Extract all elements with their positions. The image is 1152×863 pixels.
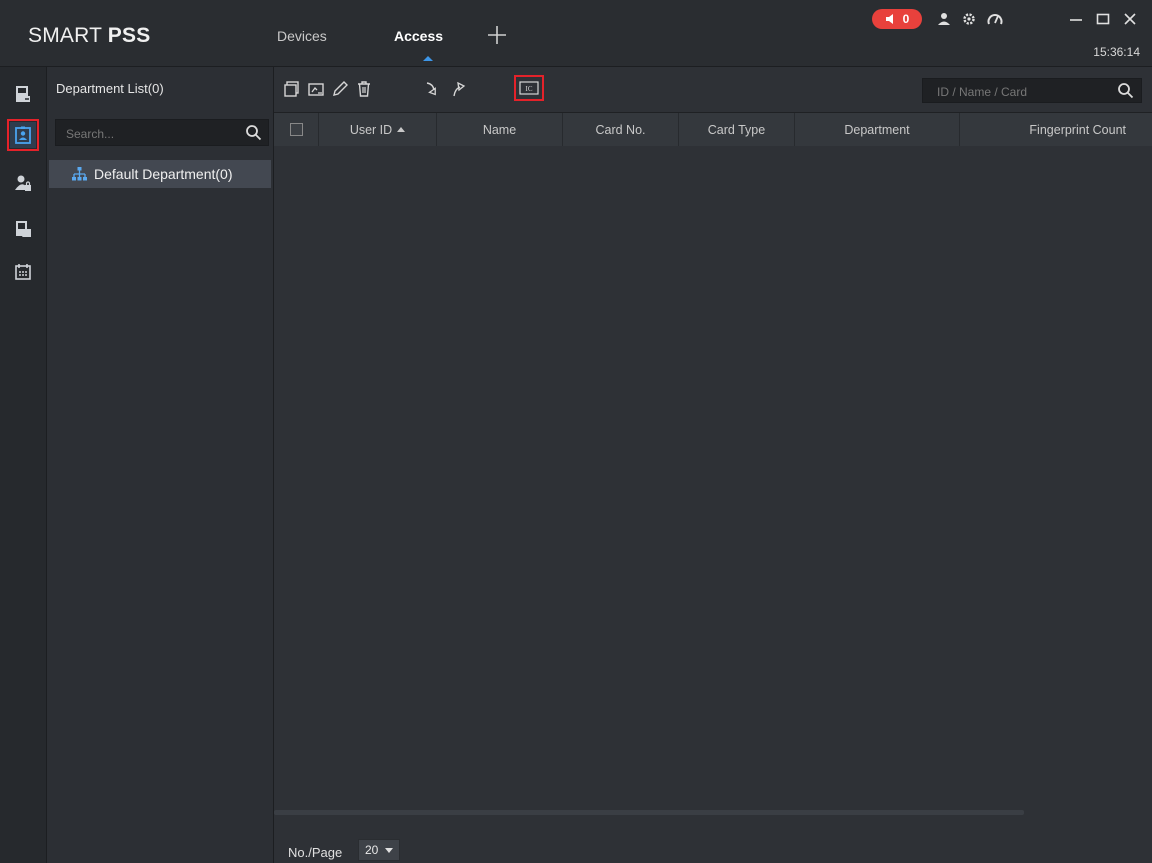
- add-tab-button[interactable]: [486, 24, 508, 46]
- ic-card-issue-button[interactable]: IC: [514, 75, 544, 101]
- rail-schedule-button[interactable]: [10, 259, 36, 285]
- speaker-icon: [885, 14, 893, 24]
- user-table-body: [274, 146, 1152, 806]
- per-page-select[interactable]: 20: [358, 839, 400, 861]
- ic-card-icon: IC: [519, 81, 539, 95]
- alarm-badge[interactable]: 0: [872, 9, 922, 29]
- column-header-card-no[interactable]: Card No.: [563, 113, 679, 146]
- alarm-count: 0: [902, 12, 910, 26]
- user-lock-icon: [15, 175, 31, 191]
- door-icon: [16, 86, 30, 102]
- title-bar: SMART PSS Devices Access 0 15:36:14: [0, 0, 1152, 67]
- performance-icon[interactable]: [987, 11, 1003, 27]
- user-card-icon: [15, 126, 31, 144]
- pagination-bar: No./Page 20: [274, 820, 1152, 863]
- chevron-down-icon: [385, 848, 393, 853]
- edit-button[interactable]: [330, 79, 350, 99]
- svg-text:IC: IC: [526, 85, 533, 93]
- clock: 15:36:14: [1093, 45, 1140, 59]
- pencil-icon: [333, 81, 348, 96]
- rail-permission-button[interactable]: [10, 170, 36, 196]
- close-icon[interactable]: [1122, 11, 1138, 27]
- add-user-button[interactable]: [306, 79, 326, 99]
- tab-devices[interactable]: Devices: [277, 28, 327, 44]
- select-all-checkbox-cell[interactable]: [274, 113, 319, 146]
- brand-text-bold: PSS: [107, 24, 151, 47]
- rail-access-control-button[interactable]: [10, 81, 36, 107]
- department-panel: Department List(0) Default Department(0): [47, 67, 274, 863]
- search-icon[interactable]: [1117, 82, 1134, 99]
- user-table-header: User ID Name Card No. Card Type Departme…: [274, 112, 1152, 147]
- add-department-button[interactable]: [282, 79, 302, 99]
- column-header-department[interactable]: Department: [795, 113, 960, 146]
- tab-access[interactable]: Access: [394, 28, 443, 44]
- calendar-icon: [15, 264, 31, 280]
- import-button[interactable]: [423, 79, 443, 99]
- toolbar: IC: [274, 67, 1152, 111]
- export-button[interactable]: [448, 79, 468, 99]
- select-all-checkbox[interactable]: [289, 123, 303, 136]
- user-search: [922, 78, 1142, 104]
- import-icon: [426, 82, 436, 96]
- rail-personnel-button[interactable]: [7, 119, 39, 151]
- department-tree-item-label: Default Department(0): [94, 166, 233, 182]
- org-tree-icon: [72, 167, 87, 181]
- active-tab-indicator: [423, 56, 433, 61]
- trash-icon: [358, 81, 370, 97]
- add-department-icon: [284, 81, 299, 97]
- horizontal-scrollbar[interactable]: [274, 810, 1024, 815]
- department-search-input[interactable]: [56, 120, 248, 147]
- rail-records-button[interactable]: [10, 216, 36, 242]
- per-page-value: 20: [365, 843, 379, 857]
- records-icon: [16, 221, 31, 237]
- column-header-label: User ID: [349, 122, 393, 137]
- search-icon[interactable]: [245, 124, 262, 141]
- column-header-name[interactable]: Name: [437, 113, 563, 146]
- maximize-icon[interactable]: [1095, 11, 1111, 27]
- minimize-icon[interactable]: [1068, 11, 1084, 27]
- column-header-card-type[interactable]: Card Type: [679, 113, 795, 146]
- user-search-input[interactable]: [923, 79, 1119, 104]
- export-icon: [453, 81, 466, 97]
- department-tree-item[interactable]: Default Department(0): [49, 160, 271, 188]
- delete-button[interactable]: [354, 79, 374, 99]
- add-user-icon: [308, 83, 324, 96]
- per-page-label: No./Page: [288, 845, 343, 860]
- gear-icon[interactable]: [961, 11, 977, 27]
- brand-text: SMART: [28, 24, 108, 47]
- column-header-fingerprint-count[interactable]: Fingerprint Count: [960, 113, 1152, 146]
- plus-icon: [488, 26, 506, 44]
- department-list-title: Department List(0): [56, 81, 164, 96]
- sort-ascending-icon: [397, 127, 406, 132]
- user-icon[interactable]: [936, 11, 952, 27]
- department-search: [55, 119, 269, 147]
- left-nav-rail: [0, 67, 47, 863]
- column-header-user-id[interactable]: User ID: [319, 113, 437, 146]
- app-logo: SMART PSS: [28, 24, 150, 48]
